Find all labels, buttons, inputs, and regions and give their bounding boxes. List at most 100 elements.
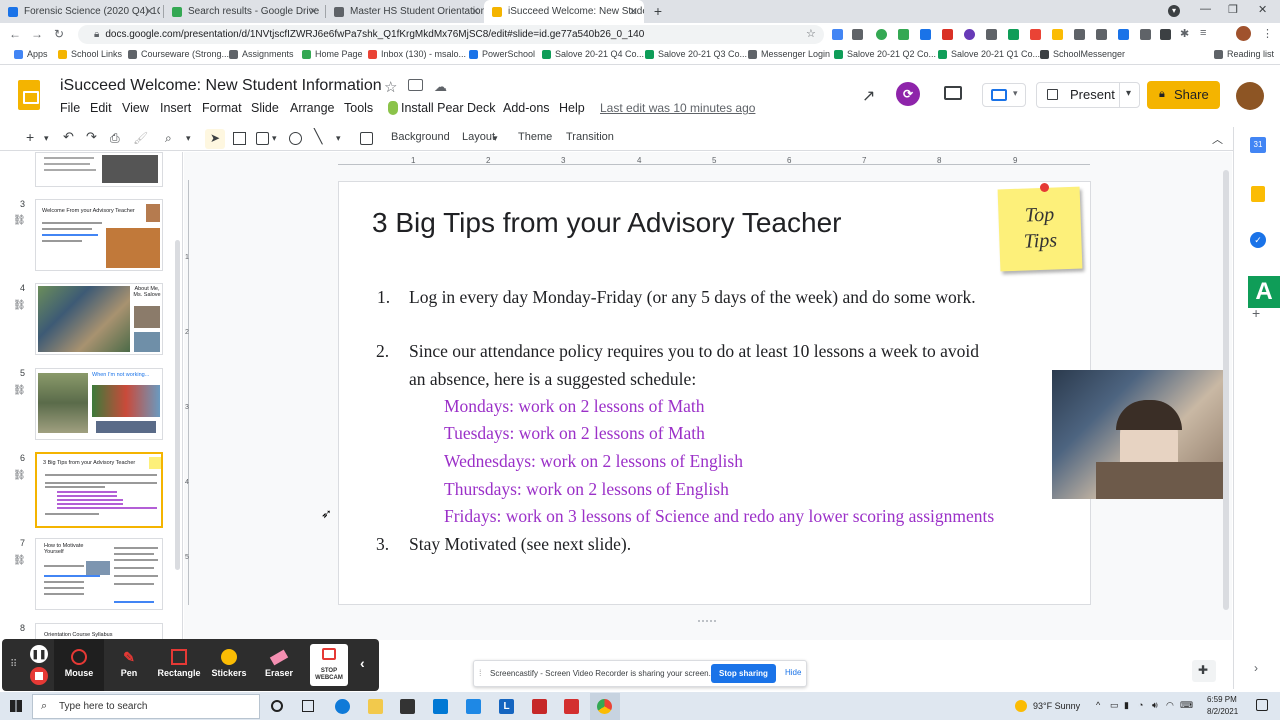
wifi-icon[interactable]: ◠ (1166, 700, 1174, 711)
chevron-down-icon[interactable]: ▾ (336, 133, 341, 144)
last-edit-link[interactable]: Last edit was 10 minutes ago (600, 101, 755, 115)
cloud-status-icon[interactable]: ☁︎ (434, 79, 447, 95)
hide-button[interactable]: Hide (785, 668, 801, 677)
bookmark-item[interactable]: School Links (58, 49, 122, 59)
bookmark-reading-list[interactable]: Reading list (1214, 49, 1274, 59)
extension-icon[interactable] (832, 29, 843, 40)
theme-button[interactable]: Theme (518, 131, 552, 143)
user-avatar[interactable] (1236, 82, 1264, 110)
chevron-down-icon[interactable]: ▾ (44, 133, 49, 144)
bookmark-item[interactable]: Salove 20-21 Q3 Co... (645, 49, 747, 59)
speaker-icon[interactable]: 🔊︎ (1152, 700, 1158, 711)
present-button[interactable]: Present (1070, 87, 1115, 102)
close-window-icon[interactable]: ✕ (1258, 3, 1267, 16)
network-icon[interactable]: ◔ (1138, 700, 1143, 710)
profile-avatar[interactable] (1236, 26, 1251, 41)
close-icon[interactable]: ✕ (471, 5, 480, 18)
menu-file[interactable]: File (60, 101, 80, 115)
move-folder-icon[interactable] (408, 79, 423, 91)
close-icon[interactable]: ✕ (145, 5, 154, 18)
bookmark-item[interactable]: Salove 20-21 Q1 Co... (938, 49, 1040, 59)
list-item[interactable]: Log in every day Monday-Friday (or any 5… (409, 287, 976, 308)
slide-thumbnail[interactable] (35, 152, 163, 187)
menu-edit[interactable]: Edit (90, 101, 112, 115)
menu-view[interactable]: View (122, 101, 149, 115)
line-icon[interactable]: ╲ (314, 128, 322, 145)
close-icon[interactable]: ✕ (309, 5, 318, 18)
edge-icon[interactable] (335, 699, 350, 714)
vertical-ruler[interactable]: 1 2 3 4 5 (184, 180, 194, 605)
app-icon[interactable] (466, 699, 481, 714)
chevron-down-icon[interactable]: ▾ (1126, 88, 1131, 99)
menu-add-ons[interactable]: Add-ons (503, 101, 550, 115)
minimize-icon[interactable]: — (1200, 3, 1211, 15)
rectangle-tool-button[interactable]: Rectangle (154, 639, 204, 691)
slide-thumbnail[interactable]: When I'm not working... (35, 368, 163, 440)
file-explorer-icon[interactable] (368, 699, 383, 714)
clock-date[interactable]: 8/2/2021 (1207, 707, 1238, 716)
chevron-down-icon[interactable]: ▾ (493, 133, 498, 144)
bookmark-item[interactable]: Salove 20-21 Q2 Co... (834, 49, 936, 59)
meet-button[interactable]: ▾ (982, 83, 1026, 107)
tab-search-button[interactable]: ▾ (1168, 5, 1180, 17)
mouse-tool-button[interactable]: Mouse (54, 639, 104, 691)
schedule-item[interactable]: Wednesdays: work on 2 lessons of English (444, 451, 743, 472)
slides-logo-icon[interactable] (18, 80, 40, 110)
browser-tab-active[interactable]: iSucceed Welcome: New Student ✕ (484, 0, 644, 23)
pen-tool-button[interactable]: ✎ Pen (104, 639, 154, 691)
reload-icon[interactable]: ↻ (50, 27, 68, 41)
stickers-tool-button[interactable]: Stickers (204, 639, 254, 691)
notifications-icon[interactable] (1256, 699, 1268, 711)
drag-handle-icon[interactable]: ⁞ (479, 668, 482, 678)
reading-list-icon[interactable]: ≡ (1200, 27, 1206, 39)
bookmark-item[interactable]: Messenger Login (748, 49, 830, 59)
transition-button[interactable]: Transition (566, 131, 614, 143)
menu-arrange[interactable]: Arrange (290, 101, 334, 115)
list-item-continuation[interactable]: an absence, here is a suggested schedule… (409, 369, 696, 390)
extension-icon[interactable] (852, 29, 863, 40)
schedule-item[interactable]: Tuesdays: work on 2 lessons of Math (444, 423, 705, 444)
slide-thumbnail-selected[interactable]: 3 Big Tips from your Advisory Teacher (35, 452, 163, 528)
cortana-icon[interactable] (271, 700, 283, 712)
bookmark-item[interactable]: Salove 20-21 Q4 Co... (542, 49, 644, 59)
extension-icon[interactable] (1096, 29, 1107, 40)
close-icon[interactable]: ✕ (629, 5, 638, 18)
keyboard-icon[interactable]: ⌨︎ (1180, 700, 1193, 711)
extension-icon[interactable] (1030, 29, 1041, 40)
extension-icon[interactable] (1160, 29, 1171, 40)
extension-icon[interactable] (1052, 29, 1063, 40)
addon-a-icon[interactable]: A (1248, 276, 1280, 308)
chevron-left-icon[interactable]: ‹ (360, 655, 365, 671)
tray-chevron-icon[interactable]: ^ (1096, 700, 1100, 710)
doc-title[interactable]: iSucceed Welcome: New Student Informatio… (60, 77, 382, 95)
filmstrip-scrollbar[interactable] (175, 240, 180, 570)
menu-tools[interactable]: Tools (344, 101, 373, 115)
restore-icon[interactable]: ❐ (1228, 3, 1238, 16)
canvas-scrollbar[interactable] (1223, 170, 1229, 610)
browser-tab[interactable]: Search results - Google Drive ✕ (164, 0, 324, 23)
star-icon[interactable]: ☆ (806, 27, 816, 40)
stop-sharing-button[interactable]: Stop sharing (711, 664, 776, 683)
forward-icon[interactable]: → (28, 27, 46, 41)
kebab-menu-icon[interactable]: ⋮ (1262, 27, 1273, 40)
bookmark-item[interactable]: SchoolMessenger (1040, 49, 1125, 59)
slide-title[interactable]: 3 Big Tips from your Advisory Teacher (372, 207, 841, 239)
share-button[interactable]: 🔒︎ Share (1147, 81, 1220, 109)
menu-slide[interactable]: Slide (251, 101, 279, 115)
slide-thumbnail[interactable]: How to Motivate Yourself (35, 538, 163, 610)
new-slide-icon[interactable]: + (26, 129, 34, 145)
weather-sun-icon[interactable] (1015, 700, 1027, 712)
extension-icon[interactable] (964, 29, 975, 40)
extension-icon[interactable] (986, 29, 997, 40)
bookmark-item[interactable]: Assignments (229, 49, 294, 59)
activity-trend-icon[interactable]: ↗ (862, 86, 875, 106)
shape-icon[interactable] (289, 132, 302, 145)
bookmark-item[interactable]: Apps (14, 49, 48, 59)
paint-format-icon[interactable]: 🖌︎ (133, 131, 148, 145)
background-button[interactable]: Background (391, 131, 450, 143)
bookmark-item[interactable]: Inbox (130) - msalo... (368, 49, 466, 59)
stop-webcam-button[interactable]: STOP WEBCAM (310, 644, 348, 686)
browser-tab[interactable]: Master HS Student Orientation ✕ (326, 0, 486, 23)
store-icon[interactable] (400, 699, 415, 714)
chevron-right-icon[interactable]: › (1254, 661, 1258, 675)
